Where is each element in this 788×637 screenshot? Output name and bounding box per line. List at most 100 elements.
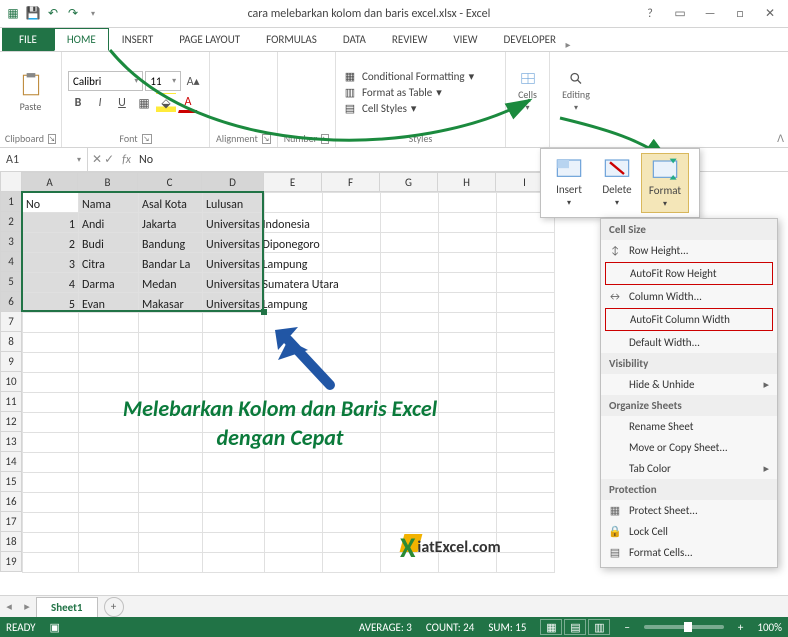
font-color-button[interactable]: A xyxy=(178,93,198,113)
insert-cells-button[interactable]: Insert▾ xyxy=(545,153,593,213)
column-header[interactable]: D xyxy=(202,172,264,192)
view-page-break-icon[interactable]: ▥ xyxy=(588,619,610,635)
formula-bar-value[interactable]: No xyxy=(135,153,157,167)
cell[interactable]: Bandar La xyxy=(139,253,203,273)
column-header[interactable]: F xyxy=(322,172,380,192)
cell[interactable] xyxy=(79,493,139,513)
cell[interactable] xyxy=(265,313,323,333)
cell[interactable] xyxy=(381,333,439,353)
cell[interactable]: 1 xyxy=(23,213,79,233)
cell[interactable] xyxy=(497,513,555,533)
cell[interactable] xyxy=(497,493,555,513)
cell[interactable] xyxy=(497,433,555,453)
cell[interactable] xyxy=(381,373,439,393)
cell[interactable] xyxy=(203,373,265,393)
menu-autofit-column-width[interactable]: AutoFit Column Width xyxy=(605,308,773,331)
undo-icon[interactable]: ↶ xyxy=(44,5,62,23)
column-header[interactable]: A xyxy=(22,172,78,192)
cell[interactable] xyxy=(323,493,381,513)
menu-rename-sheet[interactable]: Rename Sheet xyxy=(601,416,777,437)
cell[interactable] xyxy=(439,353,497,373)
cell[interactable] xyxy=(23,353,79,373)
row-header[interactable]: 11 xyxy=(0,392,22,412)
cell[interactable] xyxy=(23,473,79,493)
cell[interactable] xyxy=(497,253,555,273)
sheet-tab[interactable]: Sheet1 xyxy=(36,597,98,617)
bold-button[interactable]: B xyxy=(68,93,88,113)
cell[interactable] xyxy=(139,533,203,553)
cell[interactable] xyxy=(439,453,497,473)
cell[interactable] xyxy=(497,533,555,553)
cell[interactable]: 2 xyxy=(23,233,79,253)
font-name-select[interactable]: Calibri▾ xyxy=(68,71,143,91)
cancel-formula-icon[interactable]: ✕ xyxy=(92,152,102,167)
tab-view[interactable]: VIEW xyxy=(440,28,490,51)
cell[interactable]: Bandung xyxy=(139,233,203,253)
cell[interactable]: Medan xyxy=(139,273,203,293)
view-page-layout-icon[interactable]: ▤ xyxy=(564,619,586,635)
row-header[interactable]: 13 xyxy=(0,432,22,452)
cell[interactable] xyxy=(497,273,555,293)
cell[interactable] xyxy=(439,293,497,313)
cell[interactable] xyxy=(323,373,381,393)
tab-formulas[interactable]: FORMULAS xyxy=(253,28,330,51)
cell[interactable] xyxy=(439,213,497,233)
cell[interactable] xyxy=(439,493,497,513)
maximize-button[interactable]: □ xyxy=(726,3,754,25)
row-header[interactable]: 12 xyxy=(0,412,22,432)
row-header[interactable]: 9 xyxy=(0,352,22,372)
row-header[interactable]: 16 xyxy=(0,492,22,512)
format-cells-button[interactable]: Format▾ xyxy=(641,153,689,213)
row-header[interactable]: 17 xyxy=(0,512,22,532)
row-header[interactable]: 5 xyxy=(0,272,22,292)
cell[interactable] xyxy=(323,533,381,553)
cell[interactable] xyxy=(265,533,323,553)
cell[interactable] xyxy=(79,313,139,333)
cell[interactable]: 5 xyxy=(23,293,79,313)
cell[interactable] xyxy=(203,353,265,373)
ribbon-opts-icon[interactable]: ▭ xyxy=(666,3,694,25)
view-normal-icon[interactable]: ▦ xyxy=(540,619,562,635)
cell[interactable] xyxy=(439,313,497,333)
cell[interactable] xyxy=(203,533,265,553)
cell[interactable]: Andi xyxy=(79,213,139,233)
cell[interactable] xyxy=(497,393,555,413)
cell[interactable] xyxy=(23,453,79,473)
column-header[interactable]: B xyxy=(78,172,138,192)
cell[interactable] xyxy=(439,373,497,393)
collapse-ribbon-icon[interactable]: ᐱ xyxy=(777,132,784,145)
cell[interactable] xyxy=(323,553,381,573)
cell[interactable] xyxy=(265,553,323,573)
cell[interactable] xyxy=(323,353,381,373)
cell[interactable] xyxy=(23,313,79,333)
cell[interactable] xyxy=(265,333,323,353)
cell[interactable] xyxy=(23,513,79,533)
cell[interactable] xyxy=(323,313,381,333)
cell[interactable] xyxy=(203,333,265,353)
cell[interactable] xyxy=(79,533,139,553)
column-header[interactable]: G xyxy=(380,172,438,192)
cell[interactable] xyxy=(79,453,139,473)
tab-developer[interactable]: DEVELOPER xyxy=(491,28,561,51)
help-icon[interactable]: ? xyxy=(636,3,664,25)
cell[interactable] xyxy=(23,333,79,353)
redo-icon[interactable]: ↷ xyxy=(64,5,82,23)
cell[interactable] xyxy=(439,193,497,213)
cell[interactable] xyxy=(139,313,203,333)
cell[interactable]: Jakarta xyxy=(139,213,203,233)
cell[interactable] xyxy=(381,253,439,273)
cell[interactable] xyxy=(323,213,381,233)
cell[interactable] xyxy=(265,373,323,393)
cells-button[interactable]: Cells▾ xyxy=(510,71,546,113)
cell[interactable] xyxy=(439,273,497,293)
cell[interactable]: Nama xyxy=(79,193,139,213)
cell[interactable]: Universitas Sumatera Utara xyxy=(203,273,265,293)
cell[interactable] xyxy=(203,313,265,333)
row-header[interactable]: 10 xyxy=(0,372,22,392)
cell[interactable] xyxy=(79,553,139,573)
clipboard-launcher-icon[interactable]: ↘ xyxy=(48,134,56,144)
number-launcher-icon[interactable]: ↘ xyxy=(321,134,329,144)
row-header[interactable]: 14 xyxy=(0,452,22,472)
cell[interactable]: Universitas Diponegoro xyxy=(203,233,265,253)
cell[interactable] xyxy=(139,553,203,573)
